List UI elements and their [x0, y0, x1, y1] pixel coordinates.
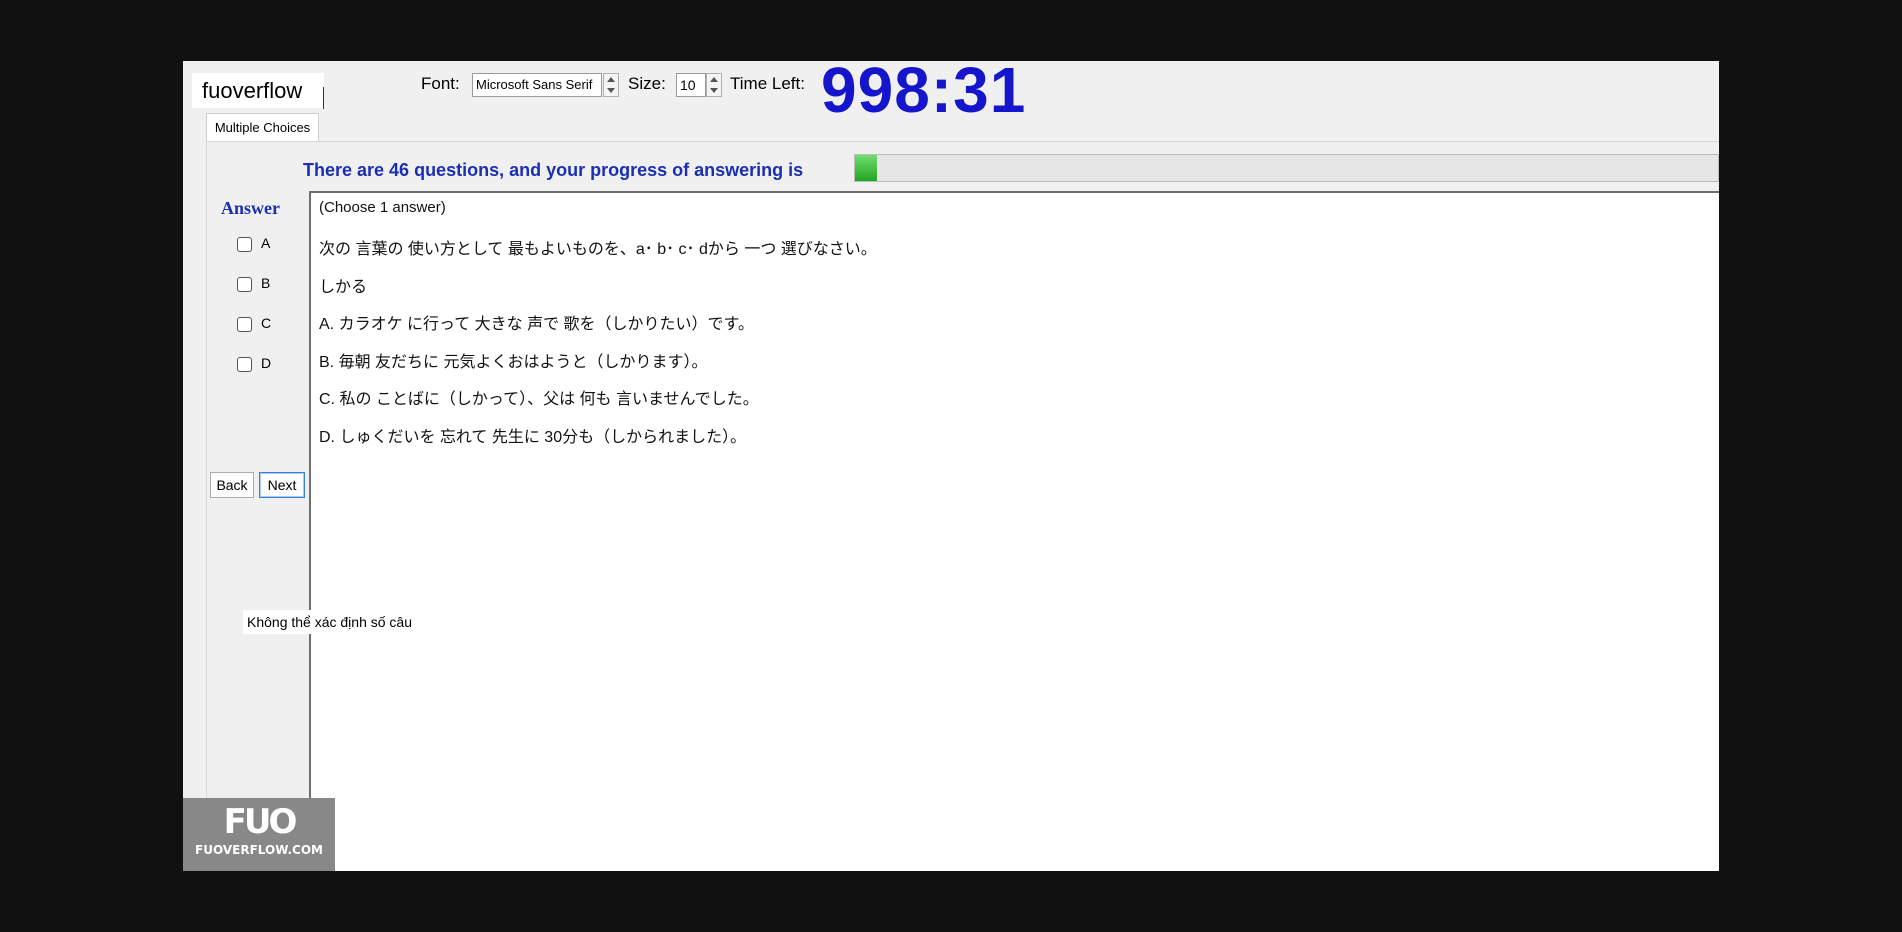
spin-up-icon[interactable]	[607, 77, 615, 82]
progress-bar	[854, 154, 1719, 182]
option-c-checkbox[interactable]	[237, 317, 252, 332]
option-a-checkbox[interactable]	[237, 237, 252, 252]
question-choice-b: B. 毎朝 友だちに 元気よくおはようと（しかります）。	[319, 354, 708, 371]
spin-up-icon[interactable]	[710, 77, 718, 82]
next-button[interactable]: Next	[259, 472, 305, 498]
option-b-label: B	[261, 275, 271, 291]
font-spinner[interactable]	[603, 73, 619, 97]
progress-text: There are 46 questions, and your progres…	[303, 160, 804, 180]
question-choice-a: A. カラオケ に行って 大きな 声で 歌を（しかりたい）です。	[319, 316, 754, 333]
option-b-checkbox[interactable]	[237, 277, 252, 292]
brand-label: fuoverflow	[192, 73, 324, 108]
option-c-label: C	[261, 315, 272, 331]
back-button[interactable]: Back	[210, 472, 254, 498]
tab-multiple-choices[interactable]: Multiple Choices	[206, 113, 319, 141]
question-word: しかる	[319, 279, 368, 296]
option-d-checkbox[interactable]	[237, 357, 252, 372]
size-input[interactable]: 10	[676, 73, 706, 97]
option-a-label: A	[261, 235, 271, 251]
question-prompt: 次の 言葉の 使い方として 最もよいものを、a･ b･ c･ dから 一つ 選び…	[319, 241, 877, 258]
watermark-logo: FUO FUOVERFLOW.COM	[183, 798, 335, 871]
time-left-label: Time Left:	[730, 74, 805, 93]
exam-window: fuoverflow Font: Microsoft Sans Serif Si…	[183, 61, 1719, 871]
question-choice-d: D. しゅくだいを 忘れて 先生に 30分も（しかられました）。	[319, 429, 747, 446]
answer-label: Answer	[221, 198, 280, 218]
size-label: Size:	[628, 74, 666, 93]
font-label: Font:	[421, 74, 460, 93]
question-box: (Choose 1 answer) 次の 言葉の 使い方として 最もよいものを、…	[309, 191, 1719, 871]
logo-text: FUOVERFLOW.COM	[195, 843, 323, 857]
spin-down-icon[interactable]	[607, 88, 615, 93]
size-spinner[interactable]	[706, 73, 722, 97]
progress-fill	[855, 155, 877, 181]
status-message: Không thể xác định số câu	[243, 610, 428, 634]
text-caret	[323, 87, 324, 109]
font-select[interactable]: Microsoft Sans Serif	[472, 73, 602, 97]
option-d-label: D	[261, 355, 272, 371]
question-instruction: (Choose 1 answer)	[319, 199, 446, 216]
question-choice-c: C. 私の ことばに（しかって）、父は 何も 言いませんでした。	[319, 391, 759, 408]
spin-down-icon[interactable]	[710, 88, 718, 93]
logo-mark: FUO	[223, 802, 298, 842]
countdown-timer: 998:31	[821, 61, 1027, 126]
